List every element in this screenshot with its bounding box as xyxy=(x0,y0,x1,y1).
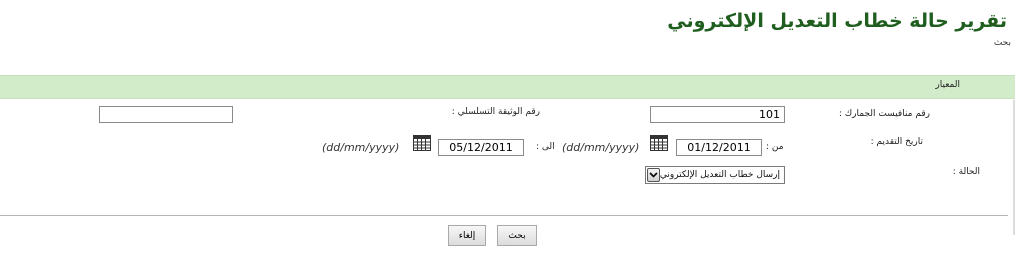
serial-number-input[interactable] xyxy=(99,106,233,123)
status-selected-value: إرسال خطاب التعديل الإلكتروني xyxy=(659,170,780,180)
divider xyxy=(0,215,1008,216)
manifest-number-label: رقم منافيست الجمارك : xyxy=(838,109,930,119)
criteria-header-bar: المعيار xyxy=(0,75,1015,99)
to-date-input[interactable]: 05/12/2011 xyxy=(438,139,524,156)
calendar-icon[interactable] xyxy=(413,135,431,151)
cancel-button[interactable]: إلغاء xyxy=(448,225,486,246)
status-select[interactable]: إرسال خطاب التعديل الإلكتروني xyxy=(645,166,785,184)
to-date-label: الى : xyxy=(536,142,555,152)
page-subtitle: بحث xyxy=(993,38,1011,48)
chevron-down-icon[interactable] xyxy=(647,168,660,182)
from-date-input[interactable]: 01/12/2011 xyxy=(676,139,762,156)
page-title: تقرير حالة خطاب التعديل الإلكتروني xyxy=(667,10,1007,32)
manifest-number-input[interactable]: 101 xyxy=(650,106,785,123)
submit-date-label: تاريخ التقديم : xyxy=(870,137,923,147)
criteria-header-label: المعيار xyxy=(935,80,960,90)
status-label: الحالة : xyxy=(952,167,980,177)
from-date-format-hint: (dd/mm/yyyy) xyxy=(562,141,640,154)
to-date-format-hint: (dd/mm/yyyy) xyxy=(322,141,400,154)
calendar-icon[interactable] xyxy=(650,135,668,151)
serial-number-label: رقم الوثيقة التسلسلي : xyxy=(451,107,540,117)
from-date-label: من : xyxy=(766,142,784,152)
search-button[interactable]: بحث xyxy=(497,225,537,246)
